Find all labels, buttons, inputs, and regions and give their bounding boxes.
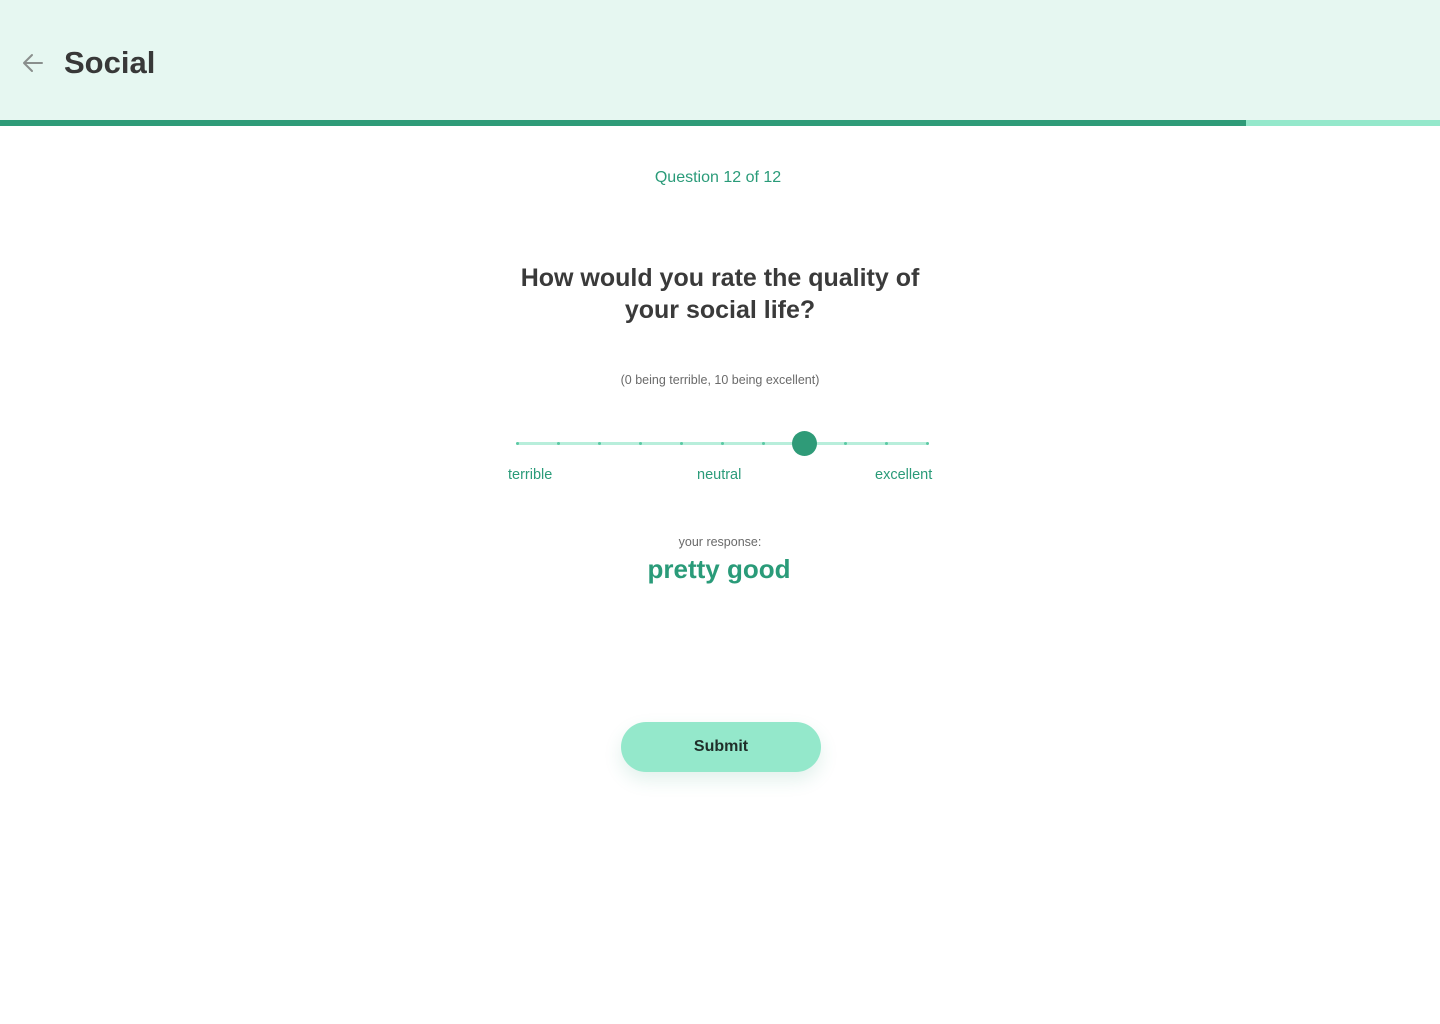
- response-value: pretty good: [647, 554, 791, 584]
- response-caption: your response:: [678, 535, 762, 549]
- slider-tick: [761, 442, 765, 445]
- slider-tick: [720, 442, 724, 445]
- slider-tick: [843, 442, 847, 445]
- progress-bar-fill: [0, 120, 1246, 126]
- slider-tick: [884, 442, 888, 445]
- page-header: Social: [0, 0, 1440, 120]
- progress-bar: [0, 120, 1440, 126]
- slider-tick: [679, 442, 683, 445]
- slider-tick: [925, 442, 929, 445]
- scale-hint: (0 being terrible, 10 being excellent): [620, 373, 820, 387]
- scale-label-excellent: excellent: [875, 467, 933, 483]
- slider-thumb[interactable]: [791, 431, 817, 456]
- back-button[interactable]: [16, 47, 48, 79]
- submit-button[interactable]: Submit: [621, 722, 821, 772]
- scale-label-neutral: neutral: [697, 467, 742, 483]
- arrow-left-icon: [23, 54, 43, 72]
- question-text: How would you rate the quality of your s…: [520, 264, 920, 324]
- rating-slider[interactable]: [507, 428, 937, 460]
- slider-tick: [597, 442, 601, 445]
- slider-tick: [515, 442, 519, 445]
- scale-label-terrible: terrible: [508, 467, 553, 483]
- slider-tick: [638, 442, 642, 445]
- slider-tick: [556, 442, 560, 445]
- question-counter: Question 12 of 12: [654, 169, 782, 186]
- page-title: Social: [64, 45, 156, 80]
